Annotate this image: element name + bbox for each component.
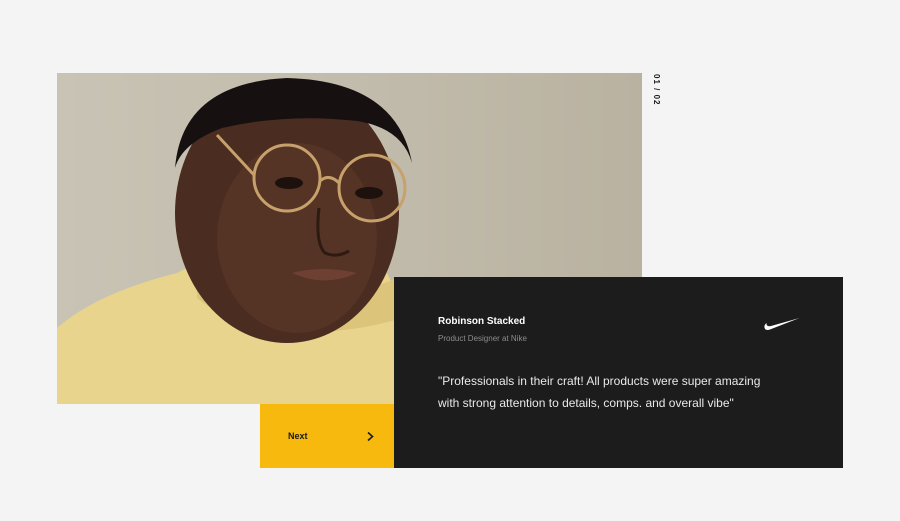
author-name: Robinson Stacked — [438, 316, 526, 327]
next-button[interactable]: Next — [260, 404, 394, 468]
testimonial-card: Robinson Stacked Product Designer at Nik… — [394, 277, 843, 468]
chevron-right-icon — [367, 432, 374, 441]
testimonial-quote: "Professionals in their craft! All produ… — [438, 374, 761, 410]
next-label: Next — [288, 431, 308, 441]
nike-swoosh-icon — [764, 318, 800, 330]
slide-counter: 01 / 02 — [652, 74, 661, 106]
author-role: Product Designer at Nike — [438, 334, 527, 343]
